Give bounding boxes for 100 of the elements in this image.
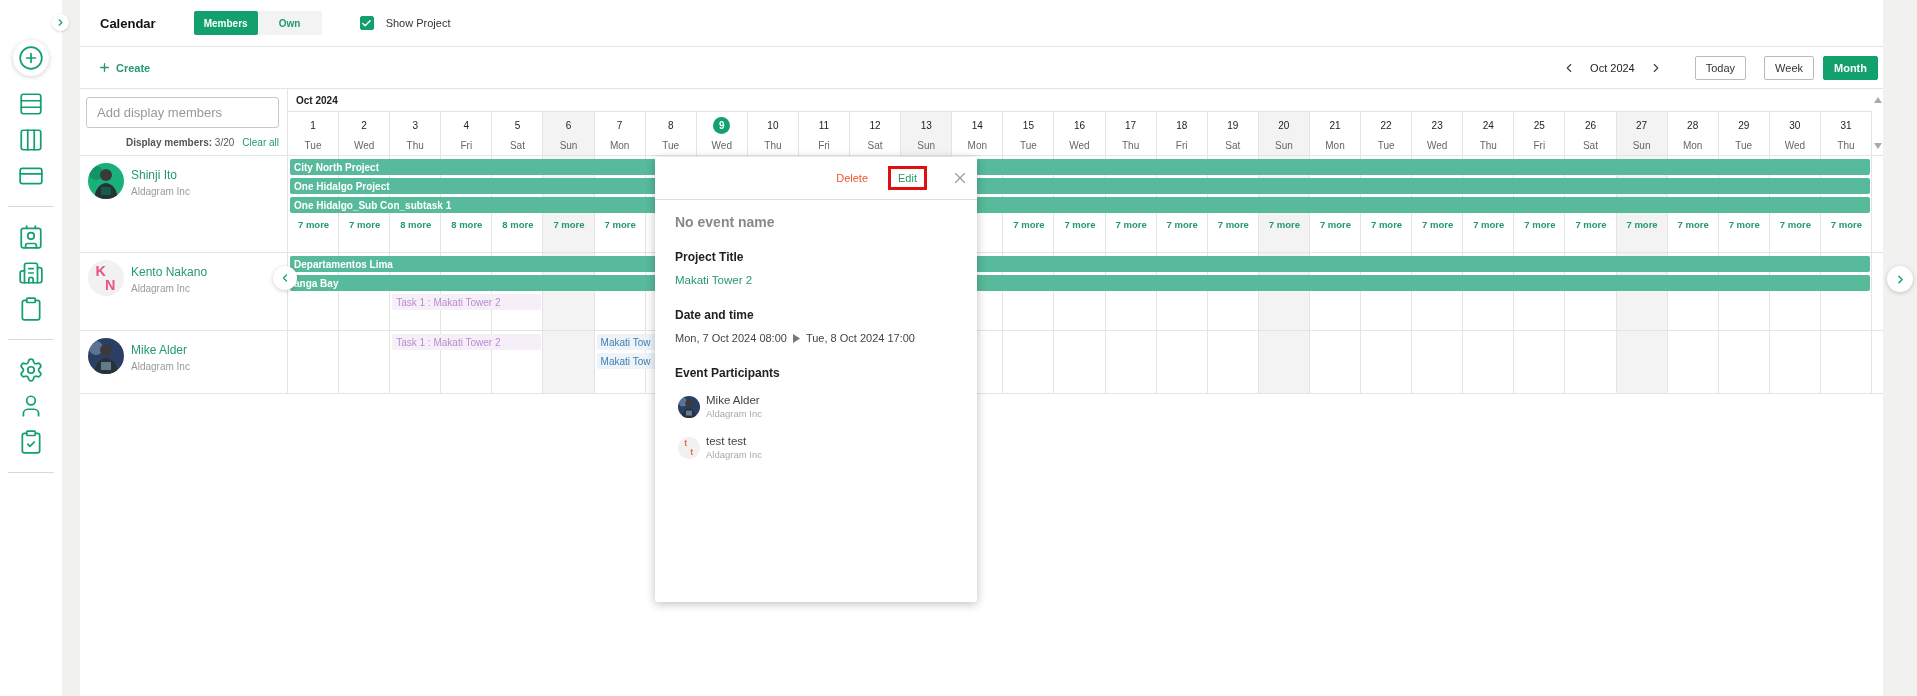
- clipboard-icon[interactable]: [18, 296, 44, 322]
- weekday-label: Mon: [967, 139, 987, 151]
- event-name: No event name: [675, 214, 776, 230]
- date-number: 15: [1021, 118, 1035, 133]
- event-bar[interactable]: Task 1 : Makati Tower 2: [392, 294, 542, 310]
- more-link[interactable]: 7 more: [1003, 216, 1055, 232]
- weekday-label: Sat: [509, 139, 525, 151]
- date-number: 9: [713, 116, 731, 134]
- date-number: 18: [1175, 118, 1189, 133]
- weekday-label: Tue: [1377, 139, 1395, 151]
- view-button[interactable]: Week: [1764, 55, 1814, 80]
- more-link[interactable]: 7 more: [1412, 216, 1464, 232]
- plus-icon: [98, 61, 111, 74]
- date-number: 21: [1328, 118, 1342, 133]
- scroll-down-icon[interactable]: [1873, 143, 1882, 149]
- weekday-label: Tue: [662, 139, 680, 151]
- weekday-label: Thu: [764, 139, 782, 151]
- more-link[interactable]: 7 more: [288, 216, 340, 232]
- weekday-label: Fri: [460, 139, 473, 151]
- more-link[interactable]: 7 more: [1361, 216, 1413, 232]
- date-number: 27: [1635, 118, 1649, 133]
- scroll-up-icon[interactable]: [1873, 97, 1882, 103]
- weekday-label: Fri: [818, 139, 830, 151]
- more-link[interactable]: 7 more: [1309, 216, 1362, 232]
- more-link[interactable]: 7 more: [1054, 216, 1106, 232]
- more-link[interactable]: 7 more: [1463, 216, 1515, 232]
- view-button[interactable]: Month: [1823, 55, 1878, 80]
- date-number: 22: [1379, 118, 1393, 133]
- member-company: Aldagram Inc: [131, 283, 191, 294]
- date-number: 17: [1124, 118, 1138, 133]
- more-link[interactable]: 7 more: [1616, 216, 1668, 232]
- participant-company: Aldagram Inc: [706, 449, 762, 460]
- more-link[interactable]: 7 more: [1820, 216, 1872, 232]
- arrow-icon: [792, 333, 800, 343]
- more-link[interactable]: 7 more: [1718, 216, 1770, 232]
- member-name[interactable]: Kento Nakano: [131, 265, 208, 279]
- date-number: 3: [411, 118, 419, 133]
- weekday-label: Sun: [559, 139, 578, 151]
- more-link[interactable]: 7 more: [1105, 216, 1157, 232]
- more-link[interactable]: 7 more: [1156, 216, 1208, 232]
- section-label: Date and time: [675, 308, 755, 322]
- weekday-label: Wed: [1784, 139, 1806, 151]
- date-number: 2: [360, 118, 368, 133]
- more-link[interactable]: 7 more: [1769, 216, 1821, 232]
- more-link[interactable]: 7 more: [1514, 216, 1566, 232]
- view-button[interactable]: Today: [1694, 55, 1747, 80]
- avatar-initial: N: [105, 278, 116, 293]
- clipboard-check-icon[interactable]: [18, 429, 44, 455]
- more-link[interactable]: 7 more: [339, 216, 391, 232]
- date-number: 29: [1737, 118, 1751, 133]
- contact-icon[interactable]: [18, 224, 44, 250]
- more-link[interactable]: 7 more: [543, 216, 595, 232]
- participant-name: test test: [706, 435, 748, 447]
- date-number: 5: [513, 118, 522, 133]
- member-name[interactable]: Mike Alder: [131, 343, 190, 357]
- weekday-label: Sat: [1582, 139, 1598, 151]
- date-number: 31: [1839, 118, 1853, 133]
- building-icon[interactable]: [18, 260, 44, 286]
- more-link[interactable]: 8 more: [441, 216, 493, 232]
- weekday-label: Thu: [1479, 139, 1497, 151]
- next-page-button[interactable]: [1887, 266, 1913, 292]
- more-link[interactable]: 8 more: [492, 216, 544, 232]
- weekday-label: Wed: [711, 139, 732, 151]
- more-link[interactable]: 7 more: [1258, 216, 1310, 232]
- date-number: 13: [919, 118, 933, 133]
- weekday-label: Thu: [1837, 139, 1855, 151]
- month-label: Oct 2024: [296, 94, 338, 106]
- date-number: 23: [1430, 118, 1444, 133]
- end-time: Tue, 8 Oct 2024 17:00: [805, 332, 915, 344]
- clear-all-link[interactable]: Clear all: [242, 137, 279, 148]
- plus-circle-icon: [18, 45, 44, 71]
- avatar-initial: t: [684, 438, 688, 448]
- more-link[interactable]: 7 more: [1565, 216, 1617, 232]
- rows-icon[interactable]: [18, 91, 44, 117]
- more-link[interactable]: 7 more: [1667, 216, 1719, 232]
- more-link[interactable]: 8 more: [390, 216, 442, 232]
- create-button[interactable]: Create: [98, 61, 151, 74]
- columns-icon[interactable]: [18, 127, 44, 153]
- view-toggle-tab[interactable]: Members: [193, 11, 258, 35]
- weekday-label: Tue: [304, 139, 322, 151]
- settings-icon[interactable]: [18, 357, 44, 383]
- date-number: 25: [1532, 118, 1546, 133]
- event-bar[interactable]: Task 1 : Makati Tower 2: [392, 334, 542, 350]
- date-number: 20: [1277, 118, 1291, 133]
- edit-button[interactable]: Edit: [888, 166, 927, 190]
- date-number: 19: [1226, 118, 1240, 133]
- date-number: 8: [666, 118, 675, 133]
- checkbox[interactable]: [359, 16, 374, 30]
- more-link[interactable]: 7 more: [1207, 216, 1259, 232]
- add-button[interactable]: [13, 40, 49, 76]
- participant-name: Mike Alder: [706, 394, 761, 406]
- member-search-field[interactable]: Add display members: [86, 97, 279, 128]
- date-number: 4: [462, 118, 471, 133]
- weekday-label: Tue: [1019, 139, 1037, 151]
- member-name[interactable]: Shinji Ito: [131, 168, 190, 182]
- project-link[interactable]: Makati Tower 2: [675, 274, 957, 286]
- weekday-label: Wed: [1069, 139, 1090, 151]
- participant-company: Aldagram Inc: [706, 408, 762, 419]
- expand-button[interactable]: [52, 14, 69, 31]
- more-link[interactable]: 7 more: [594, 216, 646, 232]
